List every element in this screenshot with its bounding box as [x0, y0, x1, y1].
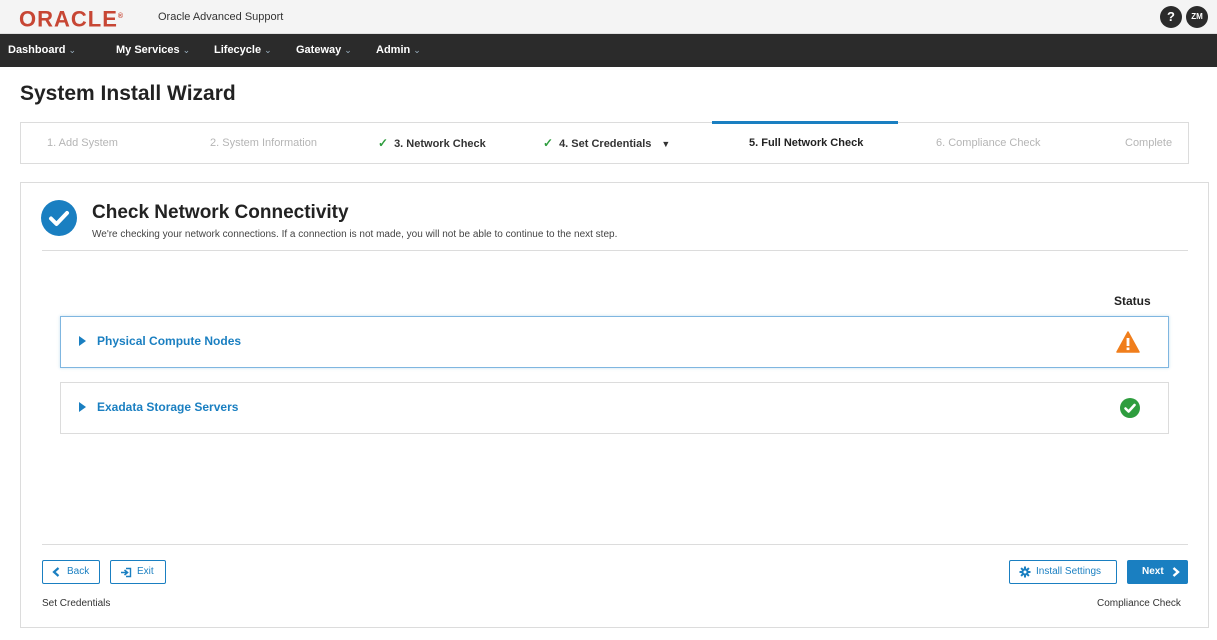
back-label: Back: [67, 566, 90, 577]
chevron-down-icon: ⌄: [413, 45, 421, 55]
gear-icon: [1019, 566, 1031, 578]
oracle-logo[interactable]: ORACLE®: [19, 5, 124, 31]
caret-right-icon[interactable]: [79, 402, 86, 412]
nav-label: My Services: [116, 44, 180, 56]
step-compliance-check: 6. Compliance Check: [936, 123, 1041, 163]
registered-mark-icon: ®: [117, 13, 125, 20]
help-button[interactable]: ?: [1160, 6, 1182, 28]
group-row-exadata-storage-servers[interactable]: Exadata Storage Servers: [60, 382, 1169, 434]
step-label: Complete: [1125, 137, 1173, 149]
chevron-down-icon: ⌄: [344, 45, 352, 55]
step-add-system: 1. Add System: [47, 123, 118, 163]
section-title: Check Network Connectivity: [92, 202, 349, 223]
nav-gateway[interactable]: Gateway ⌄: [296, 34, 352, 67]
check-icon: ✓: [378, 136, 389, 150]
caret-right-icon[interactable]: [79, 336, 86, 346]
nav-my-services[interactable]: My Services ⌄: [116, 34, 190, 67]
nav-admin[interactable]: Admin ⌄: [376, 34, 421, 67]
main-navbar: Dashboard ⌄ My Services ⌄ Lifecycle ⌄ Gatew…: [0, 34, 1217, 67]
chevron-left-icon: [52, 567, 60, 577]
back-button[interactable]: Back: [42, 560, 100, 584]
nav-label: Admin: [376, 44, 411, 56]
install-settings-button[interactable]: Install Settings: [1009, 560, 1117, 584]
group-row-physical-compute-nodes[interactable]: Physical Compute Nodes: [60, 316, 1169, 368]
user-avatar[interactable]: ZM: [1186, 6, 1208, 28]
page-title: System Install Wizard: [20, 82, 236, 105]
nav-lifecycle[interactable]: Lifecycle ⌄: [214, 34, 272, 67]
step-complete: Complete: [1125, 123, 1172, 163]
top-bar: ORACLE® Oracle Advanced Support ? ZM: [0, 0, 1217, 34]
next-step-label: Compliance Check: [1097, 598, 1181, 609]
step-label: 2. System Information: [210, 137, 317, 149]
step-label: 5. Full Network Check: [749, 137, 864, 149]
exit-label: Exit: [137, 566, 154, 577]
divider: [42, 544, 1188, 545]
step-system-information: 2. System Information: [210, 123, 317, 163]
chevron-down-icon: ⌄: [264, 45, 272, 55]
step-full-network-check[interactable]: 5. Full Network Check: [749, 123, 863, 163]
chevron-right-icon: [1172, 567, 1180, 577]
next-button[interactable]: Next: [1127, 560, 1188, 584]
divider: [42, 250, 1188, 251]
install-settings-label: Install Settings: [1036, 566, 1102, 577]
chevron-down-icon: ⌄: [182, 45, 191, 55]
step-label: 6. Compliance Check: [936, 137, 1041, 149]
wizard-steps: 1. Add System 2. System Information ✓ 3. …: [20, 121, 1189, 164]
logo-text: ORACLE: [19, 6, 118, 32]
status-column-header: Status: [1114, 294, 1151, 308]
nav-dashboard[interactable]: Dashboard ⌄: [8, 34, 76, 67]
group-label[interactable]: Physical Compute Nodes: [97, 334, 241, 348]
step-label: 1. Add System: [47, 137, 118, 149]
warning-icon: [1116, 331, 1140, 353]
previous-step-label: Set Credentials: [42, 598, 111, 609]
step-label: 4. Set Credentials: [559, 138, 652, 150]
nav-label: Gateway: [296, 44, 342, 56]
nav-label: Lifecycle: [214, 44, 262, 56]
exit-icon: [121, 567, 132, 578]
check-icon: ✓: [543, 136, 554, 150]
chevron-down-icon: ⌄: [68, 45, 77, 55]
product-name: Oracle Advanced Support: [158, 11, 284, 23]
nav-label: Dashboard: [8, 44, 66, 56]
caret-down-icon[interactable]: ▼: [661, 139, 670, 149]
step-label: 3. Network Check: [394, 138, 486, 150]
next-label: Next: [1142, 566, 1164, 577]
check-circle-icon: [1120, 398, 1140, 418]
step-set-credentials[interactable]: ✓ 4. Set Credentials ▼: [543, 123, 670, 163]
section-description: We're checking your network connections.…: [92, 229, 618, 240]
group-label[interactable]: Exadata Storage Servers: [97, 400, 238, 414]
check-circle-icon: [41, 200, 77, 236]
step-network-check[interactable]: ✓ 3. Network Check: [378, 123, 486, 163]
exit-button[interactable]: Exit: [110, 560, 166, 584]
